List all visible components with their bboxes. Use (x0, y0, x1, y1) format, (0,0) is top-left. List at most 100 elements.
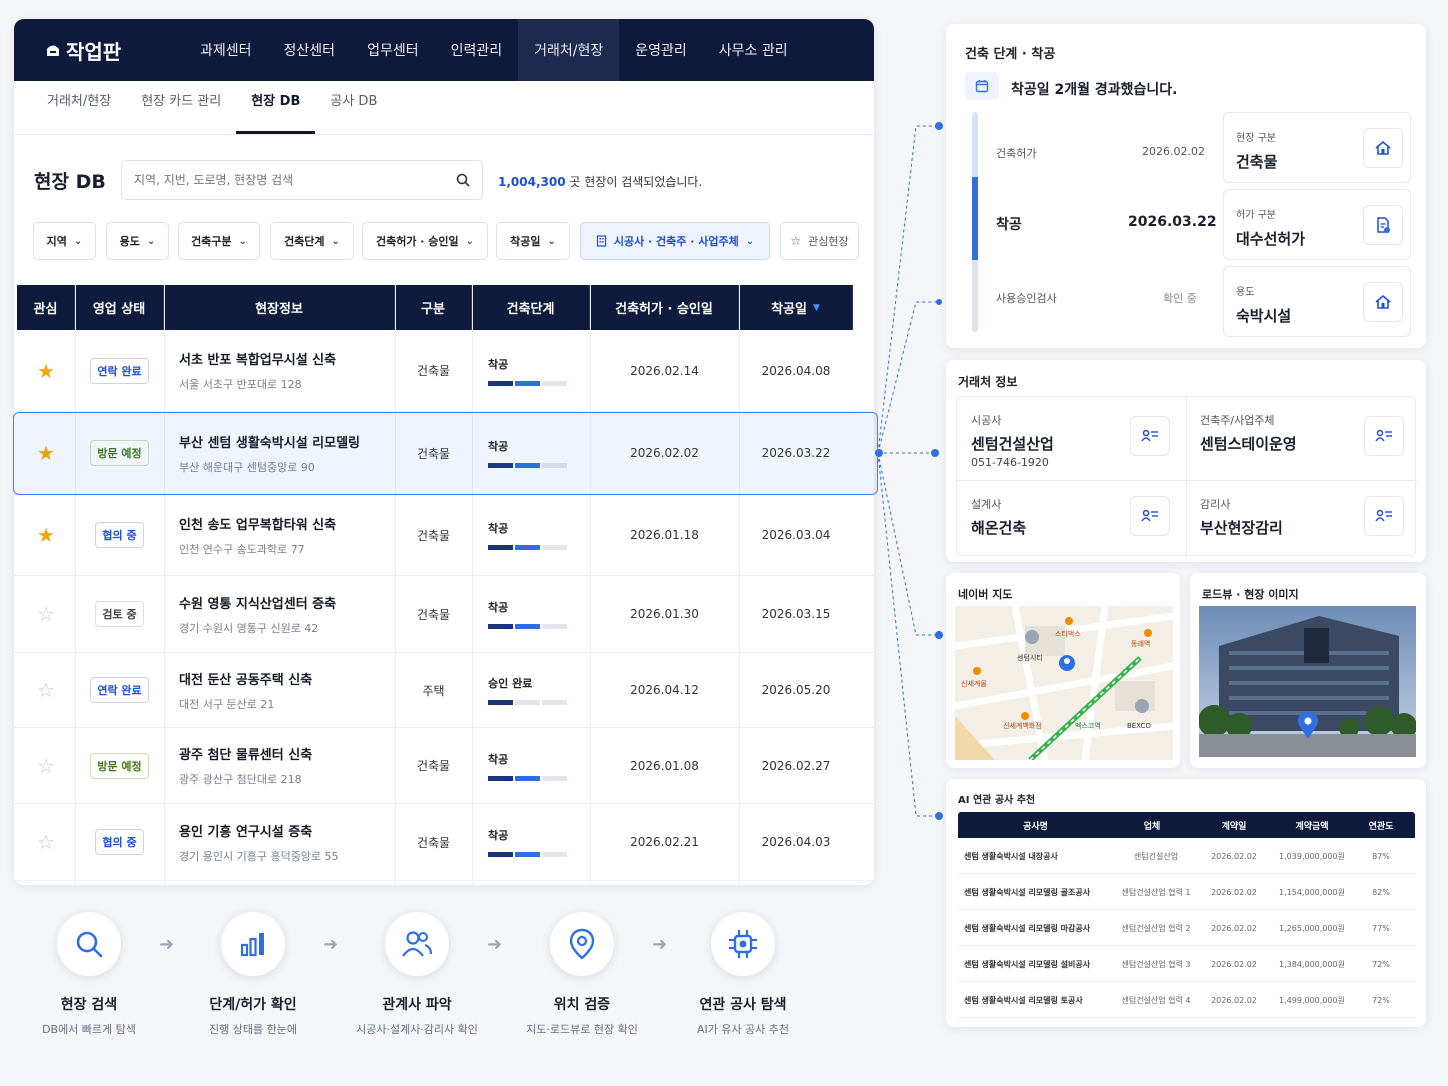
timeline-start-label: 착공 (996, 217, 1022, 233)
contact-card-button[interactable] (1364, 496, 1404, 536)
ai-col-amount: 계약금액 (1277, 812, 1347, 838)
table-row[interactable]: ★ 연락 완료 서초 반포 복합업무시설 신축 서울 서초구 반포대로 128 건… (14, 330, 874, 412)
progress-segment (542, 852, 567, 857)
type-cell: 건축물 (416, 607, 451, 622)
filter-favorites[interactable]: ☆ 관심현장 (780, 222, 859, 260)
app-logo[interactable]: 작업판 (14, 36, 184, 65)
filter-companies[interactable]: 시공사 · 건축주 · 사업주체 ⌄ (580, 222, 770, 260)
sub-tabs: 거래처/현장 현장 카드 관리 현장 DB 공사 DB (14, 81, 874, 135)
chevron-down-icon: ⌄ (745, 235, 755, 247)
partner-owner-value: 센텀스테이운영 (1200, 435, 1297, 453)
site-name[interactable]: 인천 송도 업무복합타워 신축 (179, 514, 336, 533)
star-outline-icon[interactable]: ☆ (37, 602, 55, 626)
logo-icon (47, 45, 59, 56)
tab-clients-sites[interactable]: 거래처/현장 (32, 81, 126, 134)
star-filled-icon[interactable]: ★ (37, 523, 55, 547)
status-cell: 연락 완료 (75, 330, 164, 411)
table-row[interactable]: ☆ 연락 완료 대전 둔산 공동주택 신축 대전 서구 둔산로 21 주택 승인 … (14, 653, 874, 728)
progress-segment (488, 775, 513, 781)
star-filled-icon[interactable]: ★ (37, 359, 55, 383)
site-info-cell: 인천 송도 업무복합타워 신축 인천 연수구 송도과학로 77 (179, 495, 395, 575)
contact-card-button[interactable] (1364, 416, 1404, 456)
nav-item-operations[interactable]: 운영관리 (619, 19, 703, 81)
site-name[interactable]: 용인 기흥 연구시설 증축 (179, 821, 312, 840)
contact-card-button[interactable] (1130, 496, 1170, 536)
star-outline-icon[interactable]: ☆ (37, 678, 55, 702)
nav-item-settlement[interactable]: 정산센터 (268, 19, 352, 81)
permit-date-cell: 2026.01.30 (630, 607, 699, 621)
search-input[interactable] (134, 173, 434, 187)
progress-segment (488, 624, 513, 629)
roadview-image[interactable] (1199, 606, 1416, 757)
partner-panel: 거래처 정보 시공사 센텀건설산업 051-746-1920 건축주/사업주체 … (946, 360, 1426, 562)
status-cell: 방문 예정 (75, 728, 164, 803)
ai-cell-company: 센텀건설산업 협력 1 (1121, 887, 1191, 897)
star-outline-icon[interactable]: ☆ (37, 830, 55, 854)
filter-label: 지역 (46, 235, 67, 248)
tab-construction-db[interactable]: 공사 DB (315, 81, 392, 134)
info-permit-type: 허가 구분 대수선허가 (1223, 189, 1411, 260)
ai-cell-date: 2026.02.02 (1211, 959, 1257, 969)
col-start-date[interactable]: 착공일 ▼ (739, 285, 853, 330)
tab-site-cards[interactable]: 현장 카드 관리 (126, 81, 236, 134)
col-favorite: 관심 (17, 285, 75, 330)
nav-item-clients-sites[interactable]: 거래처/현장 (518, 19, 620, 81)
filter-label: 용도 (119, 235, 140, 248)
site-info-cell: 광주 첨단 물류센터 신축 광주 광산구 첨단대로 218 (179, 728, 395, 803)
filter-build-type[interactable]: 건축구분 ⌄ (178, 222, 260, 260)
site-address: 부산 해운대구 센텀중앙로 90 (179, 460, 315, 474)
progress-segment (515, 624, 540, 629)
stage-cell: 착공 (488, 728, 590, 803)
location-pin-icon (568, 928, 596, 960)
search-box[interactable] (121, 160, 483, 200)
map-panel-title: 네이버 지도 (958, 588, 1013, 601)
nav-item-work[interactable]: 업무센터 (351, 19, 435, 81)
nav-item-office[interactable]: 사무소 관리 (703, 19, 804, 81)
nav-item-staff[interactable]: 인력관리 (435, 19, 519, 81)
table-row[interactable]: ★ 협의 중 인천 송도 업무복합타워 신축 인천 연수구 송도과학로 77 건축… (14, 495, 874, 576)
star-filled-icon[interactable]: ★ (37, 441, 55, 465)
partner-contractor-phone: 051-746-1920 (971, 456, 1049, 469)
permit-date-cell: 2026.02.21 (630, 835, 699, 849)
star-outline-icon[interactable]: ☆ (37, 754, 55, 778)
filter-use[interactable]: 용도 ⌄ (106, 222, 169, 260)
type-cell: 건축물 (416, 364, 451, 378)
progress-segment (488, 545, 513, 550)
info-label: 현장 구분 (1236, 133, 1276, 144)
site-name[interactable]: 부산 센텀 생활숙박시설 리모델링 (179, 432, 360, 451)
document-icon (1377, 217, 1390, 233)
partner-designer-value: 해온건축 (971, 519, 1027, 537)
favorite-cell: ☆ (17, 804, 75, 880)
filter-start-date[interactable]: 착공일 ⌄ (496, 222, 570, 260)
filter-build-stage[interactable]: 건축단계 ⌄ (270, 222, 354, 260)
favorite-cell: ★ (17, 412, 75, 494)
filter-region[interactable]: 지역 ⌄ (33, 222, 96, 260)
site-name[interactable]: 대전 둔산 공동주택 신축 (179, 669, 312, 688)
map-view[interactable]: 센텀시티 신세계몰 신세계백화점 BEXCO 스타벅스 동래역 벡스코역 (955, 606, 1173, 760)
permit-date-cell: 2026.02.02 (630, 446, 699, 460)
result-count: 1,004,300 (498, 175, 566, 189)
filter-permit-date[interactable]: 건축허가 · 승인일 ⌄ (362, 222, 488, 260)
tab-site-db[interactable]: 현장 DB (236, 81, 316, 134)
stage-label: 착공 (488, 752, 509, 766)
ai-cell-company: 센텀건설산업 (1133, 851, 1179, 861)
search-icon[interactable] (456, 173, 470, 187)
contact-card-button[interactable] (1130, 416, 1170, 456)
site-name[interactable]: 광주 첨단 물류센터 신축 (179, 744, 312, 763)
stage-panel: 건축 단계 · 착공 착공일 2개월 경과했습니다. 건축허가 2026.02.… (946, 24, 1426, 348)
stage-progress-bar (488, 775, 567, 781)
site-info-cell: 부산 센텀 생활숙박시설 리모델링부산 해운대구 센텀중앙로 90 (179, 412, 395, 494)
table-row[interactable]: ☆ 검토 중 수원 영통 지식산업센터 증축 경기 수원시 영통구 신원로 42 … (14, 576, 874, 653)
progress-segment (515, 463, 540, 468)
table-row[interactable]: ★ 방문 예정 부산 센텀 생활숙박시설 리모델링 부산 해운대구 센텀중앙로 9… (14, 412, 874, 495)
stage-progress-bar (488, 545, 567, 550)
table-row[interactable]: ☆ 방문 예정 광주 첨단 물류센터 신축 광주 광산구 첨단대로 218 건축물… (14, 728, 874, 804)
nav-item-tasks[interactable]: 과제센터 (184, 19, 268, 81)
status-cell: 협의 중 (75, 495, 164, 575)
info-use: 용도 숙박시설 (1223, 266, 1411, 337)
stage-label: 착공 (488, 829, 509, 842)
site-name[interactable]: 서초 반포 복합업무시설 신축 (179, 349, 336, 368)
site-name[interactable]: 수원 영통 지식산업센터 증축 (179, 593, 336, 612)
table-row[interactable]: ☆ 협의 중 용인 기흥 연구시설 증축 경기 용인시 기흥구 흥덕중앙로 55 … (14, 804, 874, 881)
map-panel: 네이버 지도 센텀시티 신세계몰 신세계백화점 BEXCO 스타벅스 동래역 벡… (946, 573, 1180, 768)
